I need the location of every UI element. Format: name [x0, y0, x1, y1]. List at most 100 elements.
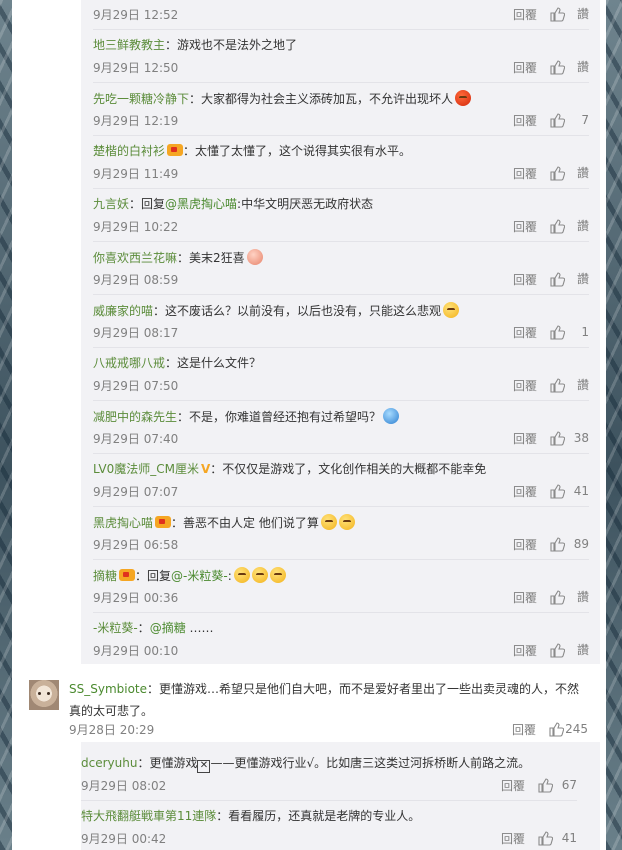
- angry-emoji-icon: [455, 90, 472, 106]
- comment-time: 9月29日 06:58: [93, 538, 179, 552]
- main-comment: SS_Symbiote：更懂游戏…希望只是他们自大吧，而不是爱好者里出了一些出卖…: [69, 681, 588, 739]
- comment-text-part: ——更懂游戏行业√。比如唐三这类过河拆桥断人前路之流。: [210, 756, 531, 770]
- comment-time: 9月29日 08:17: [93, 326, 179, 340]
- username-link[interactable]: 特大飛翻艇戦車第11連隊: [81, 809, 216, 823]
- comment-text: ：太懂了太懂了，这个说得其实很有水平。: [183, 144, 412, 158]
- reply-button[interactable]: 回覆: [513, 60, 537, 76]
- like-count: 讚: [576, 219, 589, 233]
- thumbs-up-icon: [550, 60, 565, 75]
- username-link[interactable]: 九言妖: [93, 197, 129, 211]
- comment-text: ：游戏也不是法外之地了: [165, 38, 298, 52]
- comment-text: ：善恶不由人定 他们说了算: [171, 516, 319, 530]
- comment-text: :中华文明厌恶无政府状态: [237, 197, 374, 211]
- comment-row: 黑虎掏心喵 ：善恶不由人定 他们说了算 9月29日 06:58 回覆 89: [93, 507, 589, 560]
- username-link[interactable]: 先吃一颗糖冷静下: [93, 92, 189, 106]
- sweat-emoji-icon: [443, 302, 460, 318]
- cross-box-icon: ✕: [197, 760, 211, 773]
- like-count: 讚: [576, 60, 589, 74]
- username-link[interactable]: 黑虎掏心喵: [93, 516, 153, 530]
- username-link[interactable]: 地三鲜教教主: [93, 38, 165, 52]
- thumbs-up-icon: [550, 166, 565, 181]
- like-count: 41: [561, 831, 577, 845]
- username-link[interactable]: 摘糖: [93, 569, 117, 583]
- comment-row: LV0魔法师_CM厘米 V：不仅仅是游戏了，文化创作相关的大概都不能幸免 9月29…: [93, 454, 589, 507]
- vip-badge-icon: [155, 516, 172, 528]
- reply-button[interactable]: 回覆: [512, 722, 536, 738]
- reply-prefix: ：回复: [135, 569, 172, 583]
- username-link[interactable]: LV0魔法师_CM厘米: [93, 462, 199, 476]
- reply-button[interactable]: 回覆: [513, 219, 537, 235]
- like-count: 讚: [576, 272, 589, 286]
- background-right: [606, 0, 622, 850]
- like-count: 89: [573, 537, 589, 551]
- like-count: 7: [581, 113, 589, 127]
- vip-badge-icon: [119, 569, 136, 581]
- reply-button[interactable]: 回覆: [513, 590, 537, 606]
- crying-emoji-icon: [246, 249, 263, 265]
- comment-row: 减肥中的森先生：不是，你难道曾经还抱有过希望吗？ 9月29日 07:40 回覆 …: [93, 401, 589, 454]
- awkward-emoji-icon: [269, 567, 286, 583]
- thumbs-up-emoji-icon: [320, 514, 337, 530]
- username-link[interactable]: 八戒戒哪八戒: [93, 356, 165, 370]
- thumbs-up-icon: [550, 113, 565, 128]
- reply-button[interactable]: 回覆: [513, 113, 537, 129]
- comment-time: 9月29日 00:36: [93, 591, 179, 605]
- comment-time: 9月29日 11:49: [93, 167, 179, 181]
- username-link[interactable]: SS_Symbiote: [69, 682, 147, 696]
- comment-text: ：大家都得为社会主义添砖加瓦，不允许出现坏人: [189, 92, 454, 106]
- comment-time: 9月29日 00:42: [81, 832, 167, 846]
- thumbs-up-icon: [550, 484, 565, 499]
- mention-link[interactable]: @黑虎掏心喵: [165, 197, 237, 211]
- doraemon-emoji-icon: [383, 408, 400, 424]
- reply-button[interactable]: 回覆: [513, 166, 537, 182]
- reply-button[interactable]: 回覆: [501, 831, 525, 847]
- reply-button[interactable]: 回覆: [513, 272, 537, 288]
- username-link[interactable]: 威廉家的喵: [93, 304, 153, 318]
- comment-row: 地三鲜教教主：游戏也不是法外之地了 9月29日 12:50 回覆 讚: [93, 30, 589, 83]
- like-count: 67: [561, 778, 577, 792]
- reply-button[interactable]: 回覆: [513, 484, 537, 500]
- username-link[interactable]: -米粒葵-: [93, 621, 138, 635]
- username-link[interactable]: 减肥中的森先生: [93, 410, 177, 424]
- awkward-emoji-icon: [251, 567, 268, 583]
- username-link[interactable]: dceryuhu: [81, 756, 137, 770]
- reply-prefix: ：回复: [129, 197, 166, 211]
- thumbs-up-icon: [550, 325, 565, 340]
- reply-prefix: ：: [137, 621, 150, 635]
- reply-button[interactable]: 回覆: [513, 325, 537, 341]
- like-count: 讚: [576, 166, 589, 180]
- thumbs-up-icon: [549, 722, 564, 737]
- reply-button[interactable]: 回覆: [513, 643, 537, 659]
- like-count: 讚: [576, 378, 589, 392]
- comment-time: 9月28日 20:29: [69, 723, 155, 737]
- username-link[interactable]: 你喜欢西兰花嘛: [93, 251, 177, 265]
- reply-button[interactable]: 回覆: [513, 7, 537, 23]
- comment-time: 9月29日 12:50: [93, 61, 179, 75]
- thumbs-up-icon: [550, 431, 565, 446]
- mention-link[interactable]: @摘糖: [150, 621, 186, 635]
- username-link[interactable]: 楚楷的白衬衫: [93, 144, 165, 158]
- thumbs-up-icon: [550, 643, 565, 658]
- reply-button[interactable]: 回覆: [513, 378, 537, 394]
- comment-text: ：这是什么文件？: [165, 356, 262, 370]
- comment-row: 九言妖：回复@黑虎掏心喵:中华文明厌恶无政府状态 9月29日 10:22 回覆 …: [93, 189, 589, 242]
- comment-text-part: ：更懂游戏: [137, 756, 198, 770]
- avatar[interactable]: [29, 680, 59, 710]
- comment-time: 9月29日 00:10: [93, 644, 179, 658]
- comment-text: ：这不废话么？以前没有，以后也没有，只能这么悲观: [153, 304, 442, 318]
- reply-button[interactable]: 回覆: [501, 778, 525, 794]
- thumbs-up-icon: [538, 831, 553, 846]
- comment-row: 八戒戒哪八戒：这是什么文件？ 9月29日 07:50 回覆 讚: [93, 348, 589, 401]
- mention-link[interactable]: @-米粒葵-: [171, 569, 228, 583]
- thumbs-up-icon: [550, 7, 565, 22]
- verified-icon: V: [200, 462, 211, 476]
- like-count: 讚: [576, 643, 589, 657]
- reply-button[interactable]: 回覆: [513, 537, 537, 553]
- comment-text: ：美末2狂喜: [177, 251, 245, 265]
- comment-row: -米粒葵-：@摘糖 …… 9月29日 00:10 回覆 讚: [93, 613, 589, 666]
- reply-button[interactable]: 回覆: [513, 431, 537, 447]
- comment-row: 9月29日 12:52 回覆 讚: [93, 0, 589, 30]
- comment-time: 9月29日 12:52: [93, 8, 179, 22]
- like-count: 38: [573, 431, 589, 445]
- comment-row: 威廉家的喵：这不废话么？以前没有，以后也没有，只能这么悲观 9月29日 08:1…: [93, 295, 589, 348]
